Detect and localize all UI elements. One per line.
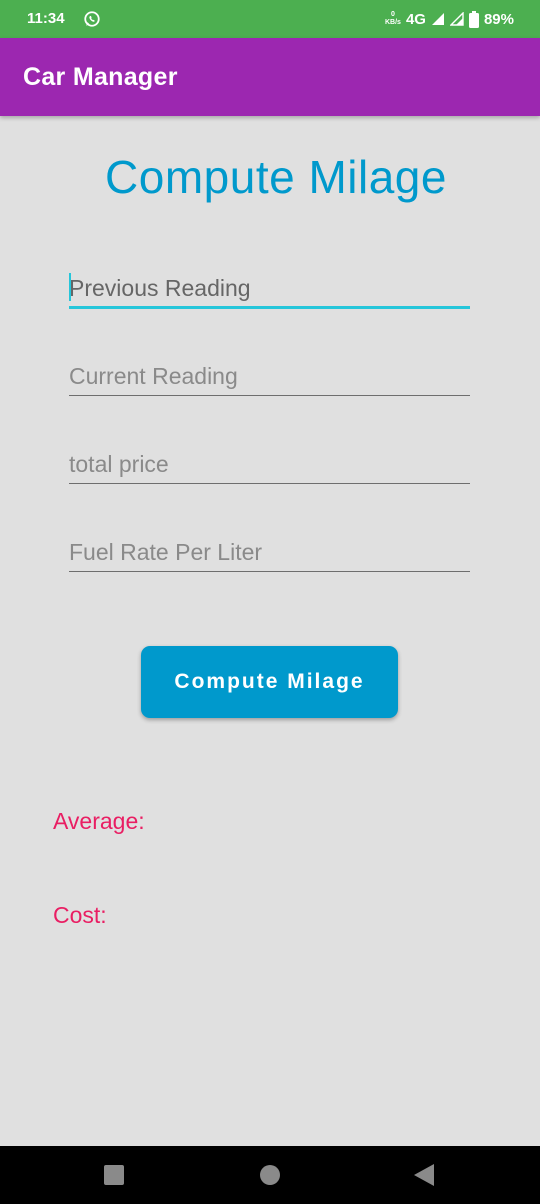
- status-bar: 11:34 0 KB/s 4G 89%: [0, 0, 540, 38]
- total-price-input[interactable]: [69, 444, 470, 484]
- battery-icon: [468, 10, 479, 28]
- fuel-rate-underline: [69, 571, 470, 572]
- current-reading-field[interactable]: [69, 356, 470, 396]
- recents-icon[interactable]: [104, 1165, 124, 1185]
- average-label: Average:: [53, 808, 145, 834]
- compute-milage-button[interactable]: Compute Milage: [141, 646, 398, 718]
- battery-level: 89%: [483, 10, 514, 28]
- data-speed-value: 0: [391, 11, 395, 18]
- fuel-rate-field[interactable]: [69, 532, 470, 572]
- data-speed: 0 KB/s: [385, 11, 401, 27]
- network-type: 4G: [405, 10, 426, 28]
- back-icon[interactable]: [414, 1164, 434, 1186]
- fuel-rate-input[interactable]: [69, 532, 470, 572]
- data-speed-unit: KB/s: [385, 19, 401, 26]
- navigation-bar: [0, 1146, 540, 1204]
- previous-reading-underline: [69, 306, 470, 309]
- signal-icon: [431, 13, 444, 25]
- signal-icon: [449, 12, 464, 26]
- current-reading-underline: [69, 395, 470, 396]
- app-bar: Car Manager: [0, 38, 540, 116]
- previous-reading-input[interactable]: [69, 268, 470, 308]
- home-icon[interactable]: [260, 1165, 280, 1185]
- text-cursor: [69, 273, 71, 301]
- total-price-field[interactable]: [69, 444, 470, 484]
- whatsapp-icon: [84, 11, 100, 27]
- page-title: Compute Milage: [105, 151, 447, 203]
- app-title: Car Manager: [23, 63, 178, 91]
- total-price-underline: [69, 483, 470, 484]
- previous-reading-field[interactable]: [69, 268, 470, 309]
- status-indicators: 0 KB/s 4G 89%: [385, 8, 514, 30]
- cost-label: Cost:: [53, 902, 107, 928]
- status-time: 11:34: [27, 10, 65, 27]
- current-reading-input[interactable]: [69, 356, 470, 396]
